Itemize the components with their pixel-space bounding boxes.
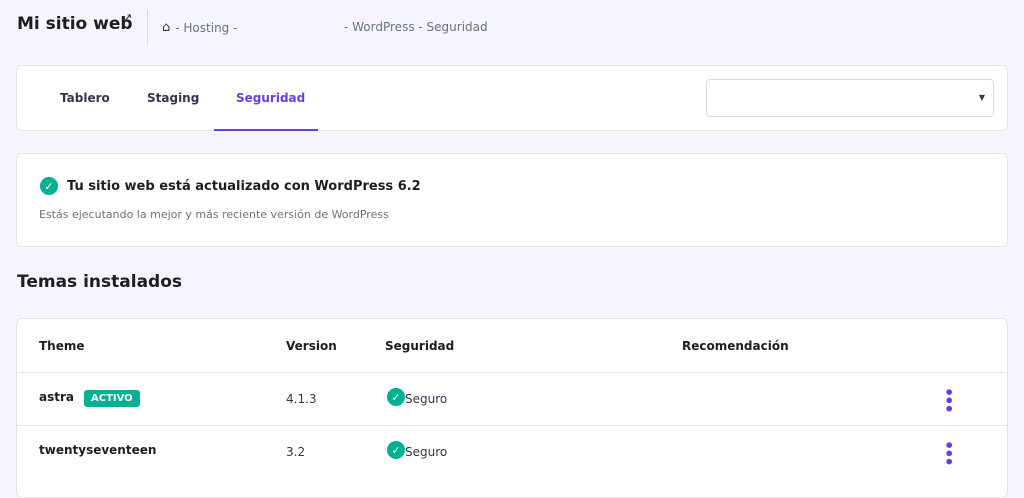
theme-version: 3.2 [286, 445, 306, 459]
active-tab-indicator [214, 129, 318, 131]
tab-staging[interactable]: Staging [147, 91, 199, 105]
more-options-icon[interactable]: ••• [939, 440, 958, 465]
update-notice: ✓ Tu sitio web está actualizado con Word… [16, 153, 1008, 247]
theme-name-text: astra [39, 390, 74, 404]
col-security: Seguridad [385, 339, 455, 353]
col-recommendation: Recomendación [682, 339, 789, 353]
security-text: Seguro [405, 392, 448, 406]
col-version: Version [286, 339, 337, 353]
security-status: ✓ Seguro [387, 441, 447, 459]
themes-heading: Temas instalados [17, 272, 183, 292]
notice-text: Estás ejecutando la mejor y más reciente… [39, 208, 389, 221]
breadcrumb-security: - Seguridad [418, 20, 488, 34]
check-circle-icon: ✓ [387, 388, 405, 406]
check-circle-icon: ✓ [40, 177, 58, 195]
col-theme: Theme [39, 339, 85, 353]
breadcrumb-hosting[interactable]: - Hosting - [175, 21, 237, 35]
tab-tablero[interactable]: Tablero [60, 91, 110, 105]
tabs-card: Tablero Staging Seguridad ▼ [16, 65, 1008, 131]
table-row: twentyseventeen 3.2 ✓ Seguro ••• [17, 425, 1007, 478]
breadcrumb-tail: - WordPress - Seguridad [344, 20, 488, 34]
themes-table: Theme Version Seguridad Recomendación as… [16, 318, 1008, 498]
table-row: astra ACTIVO 4.1.3 ✓ Seguro ••• [17, 372, 1007, 425]
theme-name: astra ACTIVO [39, 390, 140, 407]
divider [147, 10, 148, 45]
breadcrumb-wordpress[interactable]: - WordPress [344, 20, 415, 34]
notice-title: Tu sitio web está actualizado con WordPr… [67, 178, 421, 194]
theme-name: twentyseventeen [39, 443, 157, 457]
active-badge: ACTIVO [84, 390, 140, 407]
chevron-down-icon: ▼ [978, 93, 985, 102]
site-select[interactable]: ▼ [706, 79, 994, 117]
security-status: ✓ Seguro [387, 388, 447, 406]
page-title: Mi sitio web [17, 14, 133, 34]
theme-version: 4.1.3 [286, 392, 317, 406]
home-icon[interactable]: ⌂ [162, 20, 170, 35]
more-options-icon[interactable]: ••• [939, 387, 958, 412]
breadcrumb: ⌂ - Hosting - [162, 20, 237, 35]
security-text: Seguro [405, 445, 448, 459]
external-link-icon[interactable]: ↗ [123, 11, 132, 24]
tab-seguridad[interactable]: Seguridad [236, 91, 305, 105]
check-circle-icon: ✓ [387, 441, 405, 459]
